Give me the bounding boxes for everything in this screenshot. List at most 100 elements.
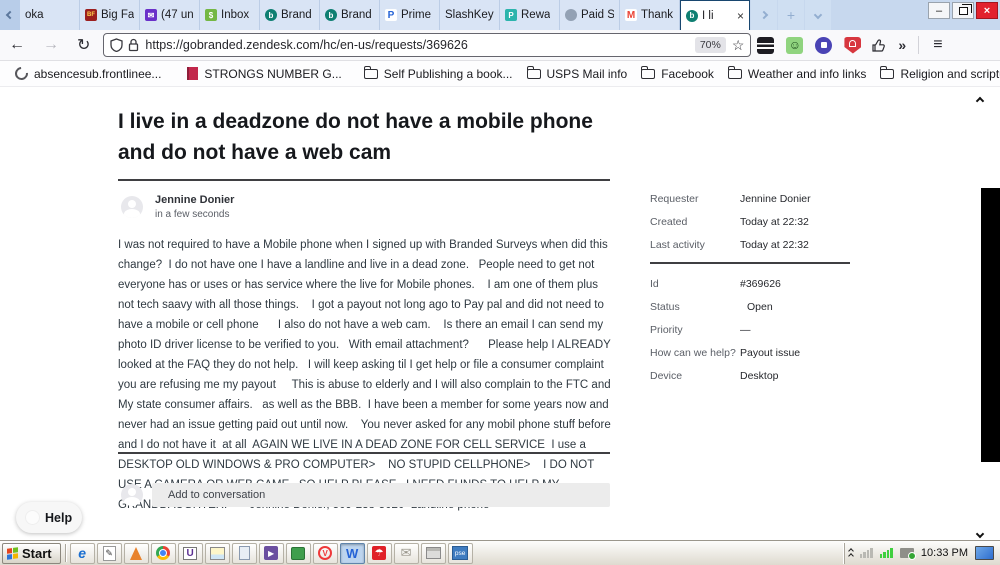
thumbs-up-icon[interactable]	[871, 38, 886, 53]
bookmarks-bar: absencesub.frontlinee... STRONGS NUMBER …	[0, 61, 1000, 87]
folder-icon	[641, 69, 655, 79]
url-text[interactable]: https://gobranded.zendesk.com/hc/en-us/r…	[145, 38, 694, 52]
chevron-right-icon	[760, 11, 768, 19]
tab-close-icon[interactable]: ×	[737, 9, 744, 23]
bookmark-item[interactable]: absencesub.frontlinee...	[8, 67, 168, 81]
hamburger-menu-icon[interactable]: ≡	[923, 36, 952, 54]
page-content: I live in a deadzone do not have a mobil…	[0, 87, 1000, 540]
avira-icon[interactable]: ☂	[367, 543, 392, 564]
folder-icon	[728, 69, 742, 79]
internet-explorer-icon[interactable]: e	[70, 543, 95, 564]
browser-tab[interactable]: PPrime	[380, 0, 440, 30]
shield-icon[interactable]	[110, 38, 123, 52]
clock[interactable]: 10:33 PM	[921, 547, 968, 559]
restore-button[interactable]	[952, 2, 974, 19]
notes-icon[interactable]: ✎	[97, 543, 122, 564]
vlc-icon[interactable]	[124, 543, 149, 564]
red-shield-extension-icon[interactable]	[844, 37, 861, 54]
scanner-icon[interactable]	[421, 543, 446, 564]
detail-value: Payout issue	[740, 347, 800, 359]
browser-tab[interactable]: oka	[20, 0, 80, 30]
detail-value: Today at 22:32	[740, 239, 809, 251]
bookmark-folder[interactable]: Facebook	[634, 67, 721, 81]
taskbar: Start e ✎ U ▶ V W ☂ ✉ pse 10:33 PM	[0, 540, 1000, 565]
bookmark-folder[interactable]: Weather and info links	[721, 67, 874, 81]
add-to-conversation-input[interactable]: Add to conversation	[152, 483, 610, 507]
toolbar-overflow-button[interactable]: »	[890, 37, 914, 53]
author-name: Jennine Donier	[155, 194, 234, 206]
tab-label: Rewa	[521, 9, 550, 21]
browser-tab[interactable]: SlashKey	[440, 0, 500, 30]
tab-label: Brand	[341, 9, 372, 21]
media-player-icon[interactable]: ▶	[259, 543, 284, 564]
url-bar[interactable]: https://gobranded.zendesk.com/hc/en-us/r…	[103, 33, 751, 57]
browser-tab[interactable]: MThank	[620, 0, 680, 30]
signal-strength-grey-icon[interactable]	[860, 548, 873, 558]
browser-tab[interactable]: b Brand	[320, 0, 380, 30]
browser-tab[interactable]: ✉(47 un	[140, 0, 200, 30]
forward-button[interactable]: →	[34, 36, 68, 54]
tab-scroll-left-button[interactable]	[0, 0, 20, 30]
zoom-level-badge[interactable]: 70%	[695, 37, 726, 53]
reload-button[interactable]: ↻	[68, 35, 99, 55]
bookmark-label: Religion and scripture ...	[900, 67, 1000, 81]
browser-tab[interactable]: bBrand	[260, 0, 320, 30]
browser-tab[interactable]: Paid S	[560, 0, 620, 30]
scrollbar-thumb[interactable]	[981, 188, 1000, 462]
restore-icon	[959, 7, 968, 15]
hidden-icons-chevron[interactable]	[849, 549, 853, 558]
detail-value: Jennine Donier	[740, 193, 811, 205]
detail-row: DeviceDesktop	[650, 370, 850, 382]
divider	[650, 262, 850, 264]
branded-icon: b	[325, 9, 337, 21]
smiley-extension-icon[interactable]: ☺	[786, 37, 803, 54]
bookmark-label: STRONGS NUMBER G...	[204, 67, 341, 81]
bookmark-item[interactable]: STRONGS NUMBER G...	[180, 67, 348, 81]
close-button[interactable]: ×	[976, 2, 998, 19]
scroll-up-button[interactable]	[977, 91, 983, 109]
back-button[interactable]: ←	[0, 36, 34, 54]
lock-icon[interactable]	[128, 38, 139, 52]
help-widget-button[interactable]: Help	[16, 502, 82, 533]
start-button[interactable]: Start	[2, 543, 61, 564]
detail-row: Id#369626	[650, 278, 850, 290]
list-tabs-button[interactable]	[805, 0, 831, 30]
tab-favicon: BF	[85, 9, 97, 21]
blue-circle-extension-icon[interactable]	[815, 37, 832, 54]
show-desktop-icon[interactable]	[975, 546, 994, 560]
photoshop-elements-icon[interactable]: pse	[448, 543, 473, 564]
ticket-details-sidebar: RequesterJennine Donier CreatedToday at …	[650, 193, 850, 393]
vivaldi-icon[interactable]: V	[313, 543, 338, 564]
network-status-icon[interactable]	[900, 548, 914, 558]
detail-value: Desktop	[740, 370, 779, 382]
avatar	[121, 484, 143, 506]
documents-icon[interactable]	[232, 543, 257, 564]
green-app-icon[interactable]	[286, 543, 311, 564]
browser-tab[interactable]: PRewa	[500, 0, 560, 30]
desktop: oka BFBig Fa ✉(47 un $Inbox bBrand bBran…	[0, 0, 1000, 565]
bookmark-folder[interactable]: Religion and scripture ...	[873, 67, 1000, 81]
new-tab-button[interactable]: +	[778, 0, 804, 30]
signal-strength-green-icon[interactable]	[880, 548, 893, 558]
detail-row: StatusOpen	[650, 301, 850, 313]
minimize-button[interactable]: –	[928, 2, 950, 19]
chrome-icon[interactable]	[151, 543, 176, 564]
detail-row: How can we help?Payout issue	[650, 347, 850, 359]
frontline-favicon	[12, 64, 30, 82]
cardfile-icon[interactable]	[205, 543, 230, 564]
wordweb-icon[interactable]: W	[340, 543, 365, 564]
dictionary-icon[interactable]: U	[178, 543, 203, 564]
bookmark-folder[interactable]: Self Publishing a book...	[357, 67, 520, 81]
detail-label: How can we help?	[650, 347, 740, 359]
browser-tab-active[interactable]: bI li×	[680, 0, 750, 30]
pocket-extension-icon[interactable]	[757, 37, 774, 54]
bookmark-folder[interactable]: USPS Mail info	[520, 67, 635, 81]
browser-tab[interactable]: BFBig Fa	[80, 0, 140, 30]
tab-scroll-right-button[interactable]	[751, 0, 777, 30]
detail-value: Today at 22:32	[740, 216, 809, 228]
browser-tab-strip: oka BFBig Fa ✉(47 un $Inbox bBrand bBran…	[0, 0, 1000, 30]
mail-icon[interactable]: ✉	[394, 543, 419, 564]
detail-label: Priority	[650, 324, 740, 336]
browser-tab[interactable]: $Inbox	[200, 0, 260, 30]
bookmark-star-icon[interactable]: ☆	[732, 37, 745, 54]
